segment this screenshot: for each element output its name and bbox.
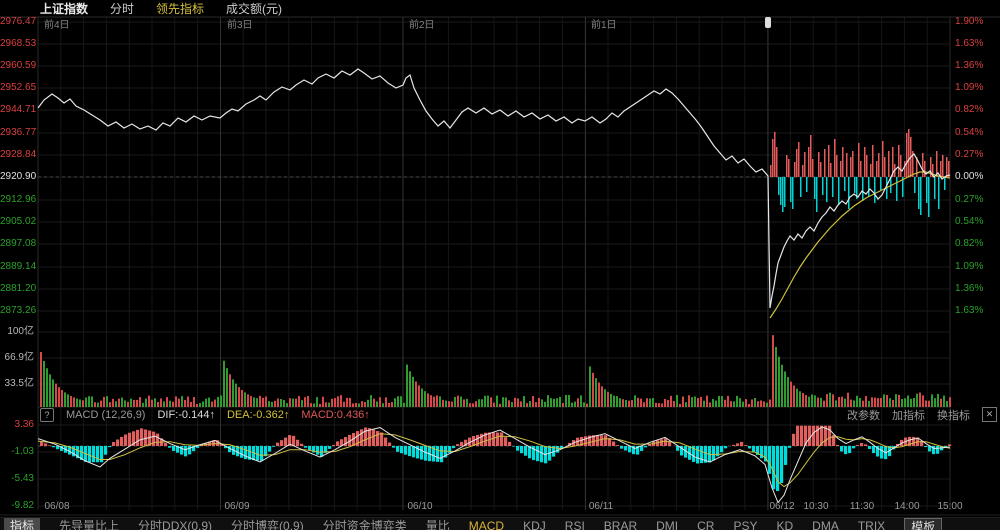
indicator-tab-10[interactable]: DMI xyxy=(656,518,678,530)
indicator-tab-11[interactable]: CR xyxy=(697,518,714,530)
macd-name: MACD (12,26,9) xyxy=(66,408,146,421)
indicator-tab-13[interactable]: KD xyxy=(777,518,794,530)
macd-dif-value: DIF:-0.144↑ xyxy=(157,408,215,421)
indicator-tab-2[interactable]: 分时DDX(0.9) xyxy=(138,518,212,530)
add-indicator-button[interactable]: 加指标 xyxy=(892,407,925,423)
switch-indicator-button[interactable]: 换指标 xyxy=(937,407,970,423)
indicator-tab-4[interactable]: 分时资金博弈类 xyxy=(323,518,407,530)
indicator-tab-12[interactable]: PSY xyxy=(733,518,757,530)
chart-canvas xyxy=(0,16,1000,516)
indicator-tab-8[interactable]: RSI xyxy=(565,518,585,530)
macd-dea-value: DEA:-0.362↑ xyxy=(226,408,290,421)
stock-chart-window: 上证指数 分时 领先指标 成交额(元) 2976.47 2968.53 2960.5… xyxy=(0,0,1000,530)
indicator-tab-bar: 指标 先导量比上 分时DDX(0.9) 分时博弈(0.9) 分时资金博弈类 量比 MACD K… xyxy=(0,517,1000,530)
macd-info-row: ? MACD (12,26,9) DIF:-0.144↑ DEA:-0.362↑… xyxy=(40,407,370,422)
indicator-tab-7[interactable]: KDJ xyxy=(523,518,546,530)
macd-macd-value: MACD:0.436↑ xyxy=(301,408,370,421)
lead-indicator-toggle[interactable]: 领先指标 xyxy=(156,0,204,17)
pane-divider-handle[interactable] xyxy=(765,17,771,28)
help-icon[interactable]: ? xyxy=(40,407,54,422)
indicator-tab-3[interactable]: 分时博弈(0.9) xyxy=(231,518,304,530)
indicator-tab-macd[interactable]: MACD xyxy=(469,518,504,530)
indicator-tab-14[interactable]: DMA xyxy=(812,518,839,530)
indicator-tab-1[interactable]: 先导量比上 xyxy=(59,518,119,530)
close-icon[interactable]: ✕ xyxy=(982,407,997,422)
chart-header: 上证指数 分时 领先指标 成交额(元) xyxy=(40,1,282,16)
indicator-tab-9[interactable]: BRAR xyxy=(604,518,637,530)
amount-label: 成交额(元) xyxy=(226,2,283,16)
indicator-tab-15[interactable]: TRIX xyxy=(858,518,885,530)
indicator-tab-指标[interactable]: 指标 xyxy=(4,518,41,530)
change-params-button[interactable]: 改参数 xyxy=(847,407,880,423)
mode-intraday-toggle[interactable]: 分时 xyxy=(110,0,134,17)
indicator-tab-5[interactable]: 量比 xyxy=(426,518,450,530)
macd-buttons: 改参数 加指标 换指标 ✕ xyxy=(847,407,997,422)
index-title: 上证指数 xyxy=(40,2,89,16)
indicator-tab-模板[interactable]: 模板 xyxy=(904,518,943,530)
